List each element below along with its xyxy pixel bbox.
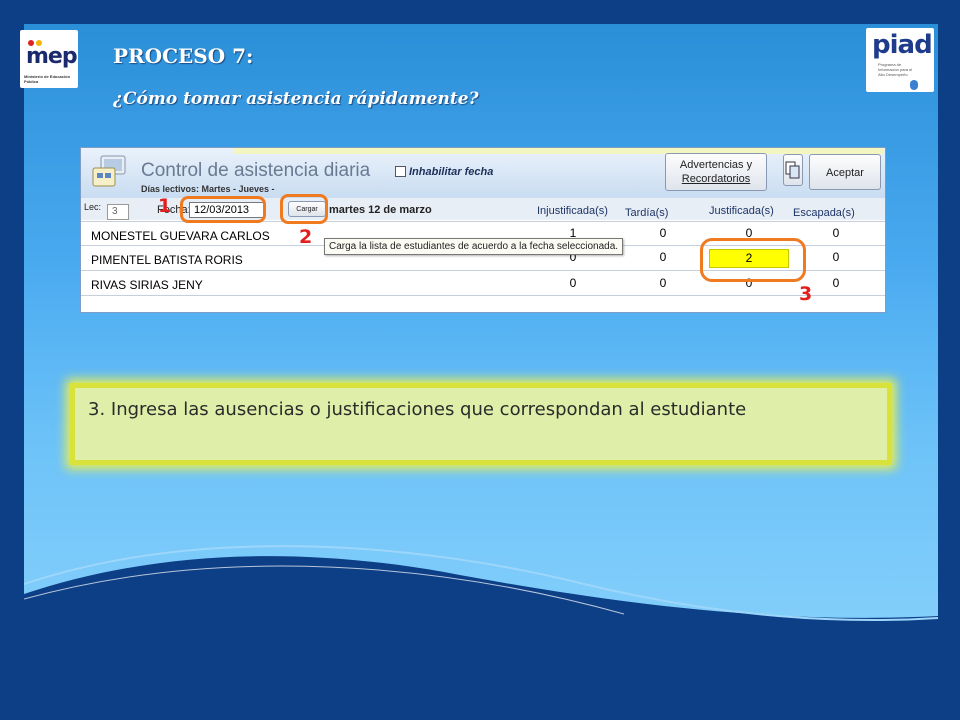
copy-icon[interactable] <box>783 154 803 186</box>
row-divider <box>81 295 885 296</box>
column-header-injustificadas: Injustificada(s) <box>537 205 608 217</box>
column-header-escapadas: Escapada(s) <box>793 207 855 219</box>
student-name: MONESTEL GUEVARA CARLOS <box>91 229 270 243</box>
slide-title: PROCESO 7: <box>113 44 254 68</box>
student-name: RIVAS SIRIAS JENY <box>91 278 203 292</box>
selected-date-text: martes 12 de marzo <box>329 204 432 216</box>
lec-label: Lec: <box>84 202 102 212</box>
highlight-ring-load <box>280 194 328 224</box>
tardias-cell[interactable]: 0 <box>653 226 673 240</box>
attendance-window: Control de asistencia diaria Días lectiv… <box>80 147 886 313</box>
slide-subtitle: ¿Cómo tomar asistencia rápidamente? <box>113 89 479 109</box>
column-header-tardias: Tardía(s) <box>625 207 669 219</box>
mep-logo-text: mep <box>26 44 78 69</box>
disable-date-label: Inhabilitar fecha <box>409 166 494 178</box>
attendance-app-icon <box>92 155 126 187</box>
lec-input[interactable]: 3 <box>107 204 129 220</box>
student-name: PIMENTEL BATISTA RORIS <box>91 253 243 267</box>
warnings-button-line2: Recordatorios <box>681 173 751 185</box>
column-header-justificadas: Justificada(s) <box>709 205 774 217</box>
mep-logo-subtitle: Ministerio de Educación Pública <box>24 74 71 84</box>
load-tooltip: Carga la lista de estudiantes de acuerdo… <box>324 238 624 255</box>
piad-mouse-icon <box>910 80 918 90</box>
highlight-ring-date <box>180 196 266 223</box>
instruction-box <box>70 383 892 465</box>
slide-background <box>24 24 938 714</box>
highlight-ring-justified <box>700 238 806 282</box>
decorative-wave <box>24 545 938 714</box>
step-marker-3: 3 <box>799 283 813 305</box>
escapadas-cell[interactable]: 0 <box>826 276 846 290</box>
school-days-label: Días lectivos: Martes - Jueves - <box>141 184 275 194</box>
disable-date-checkbox[interactable] <box>395 166 406 177</box>
warnings-reminders-button[interactable]: Advertencias y Recordatorios <box>665 153 767 191</box>
accept-button[interactable]: Aceptar <box>809 154 881 190</box>
app-title: Control de asistencia diaria <box>141 160 371 181</box>
piad-logo-text: piad <box>872 30 933 60</box>
escapadas-cell[interactable]: 0 <box>826 226 846 240</box>
instruction-text: 3. Ingresa las ausencias o justificacion… <box>88 399 747 420</box>
tardias-cell[interactable]: 0 <box>653 276 673 290</box>
injustificadas-cell[interactable]: 0 <box>563 276 583 290</box>
warnings-button-line1: Advertencias y <box>679 159 753 171</box>
step-marker-2: 2 <box>299 226 313 248</box>
step-marker-1: 1 <box>158 195 172 217</box>
tardias-cell[interactable]: 0 <box>653 250 673 264</box>
piad-logo-subtitle: Programa de Información para el Alto Des… <box>878 62 913 77</box>
escapadas-cell[interactable]: 0 <box>826 250 846 264</box>
